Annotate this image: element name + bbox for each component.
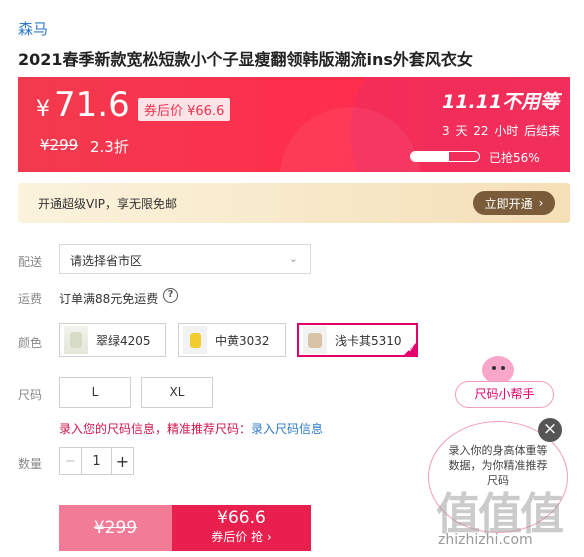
quantity-label: 数量 bbox=[18, 457, 43, 471]
quantity-input[interactable]: 1 bbox=[82, 448, 111, 474]
delivery-label: 配送 bbox=[18, 255, 43, 269]
buy-original-price-button[interactable]: ¥299 bbox=[59, 505, 172, 551]
coupon-price-tag: 券后价 ¥66.6 bbox=[138, 98, 231, 121]
shipping-label: 运费 bbox=[18, 292, 43, 306]
size-label: 尺码 bbox=[18, 388, 43, 402]
currency-symbol: ¥ bbox=[36, 97, 50, 122]
mascot-body bbox=[482, 356, 514, 384]
color-option-green[interactable]: 翠绿4205 bbox=[59, 323, 166, 357]
sold-progress-fill bbox=[411, 152, 450, 161]
region-select[interactable]: 请选择省市区 ⌄ bbox=[59, 244, 311, 274]
color-option-label: 浅卡其5310 bbox=[335, 333, 402, 348]
vip-bar: 开通超级VIP，享无限免邮 立即开通 › bbox=[18, 183, 570, 223]
region-select-value: 请选择省市区 bbox=[70, 254, 143, 268]
sold-progress-bar bbox=[410, 151, 480, 162]
mascot-eye bbox=[492, 366, 496, 370]
buy-price: ¥66.6 bbox=[217, 508, 266, 528]
current-price: ¥ 71.6 bbox=[36, 85, 130, 125]
size-info-link[interactable]: 录入尺码信息 bbox=[251, 422, 323, 436]
discount-rate: 2.3折 bbox=[90, 138, 129, 156]
color-option-label: 翠绿4205 bbox=[96, 333, 151, 348]
product-title: 2021春季新款宽松短款小个子显瘦翻领韩版潮流ins外套风衣女 bbox=[18, 50, 473, 69]
shipping-text: 订单满88元免运费 bbox=[59, 292, 159, 306]
chevron-down-icon: ⌄ bbox=[288, 252, 298, 265]
color-label: 颜色 bbox=[18, 336, 43, 350]
minus-icon[interactable]: − bbox=[60, 448, 82, 474]
price-banner: ¥ 71.6 券后价 ¥66.6 ¥299 2.3折 11.11不用等 3 天 … bbox=[18, 77, 570, 172]
countdown-timer: 3 天 22 小时 后结束 bbox=[442, 124, 561, 138]
chevron-right-icon: › bbox=[538, 196, 544, 210]
vip-open-button[interactable]: 立即开通 › bbox=[473, 191, 555, 215]
buy-coupon-button[interactable]: ¥66.6 券后价 抢 › bbox=[172, 505, 311, 551]
watermark-url: zhizhizhi.com bbox=[438, 532, 533, 548]
sold-progress-label: 已抢56% bbox=[489, 151, 540, 165]
size-hint: 录入您的尺码信息，精准推荐尺码：录入尺码信息 bbox=[59, 420, 323, 437]
color-option-yellow[interactable]: 中黄3032 bbox=[178, 323, 286, 357]
size-option-xl[interactable]: XL bbox=[141, 377, 213, 408]
green-swatch-icon bbox=[64, 326, 88, 354]
size-option-l[interactable]: L bbox=[59, 377, 131, 408]
current-price-value: 71.6 bbox=[54, 85, 130, 125]
quantity-stepper: − 1 + bbox=[59, 447, 134, 475]
buy-sub-label: 券后价 抢 › bbox=[211, 530, 272, 544]
help-icon[interactable]: ? bbox=[163, 288, 178, 303]
mascot-eye bbox=[501, 366, 505, 370]
khaki-swatch-icon bbox=[303, 326, 327, 354]
close-icon[interactable]: × bbox=[538, 418, 562, 442]
size-hint-text: 录入您的尺码信息，精准推荐尺码： bbox=[59, 422, 252, 436]
checkmark-icon: ✓ bbox=[407, 345, 415, 355]
color-option-khaki[interactable]: 浅卡其5310 ✓ bbox=[297, 323, 418, 357]
promo-logo: 11.11不用等 bbox=[442, 91, 560, 113]
vip-button-label: 立即开通 bbox=[484, 196, 533, 211]
original-price: ¥299 bbox=[40, 136, 79, 154]
color-option-label: 中黄3032 bbox=[215, 333, 270, 348]
plus-icon[interactable]: + bbox=[111, 448, 133, 474]
yellow-swatch-icon bbox=[183, 326, 207, 354]
vip-text: 开通超级VIP，享无限免邮 bbox=[38, 197, 177, 211]
size-helper-button[interactable]: 尺码小帮手 bbox=[455, 381, 554, 408]
brand-name[interactable]: 森马 bbox=[18, 18, 48, 39]
